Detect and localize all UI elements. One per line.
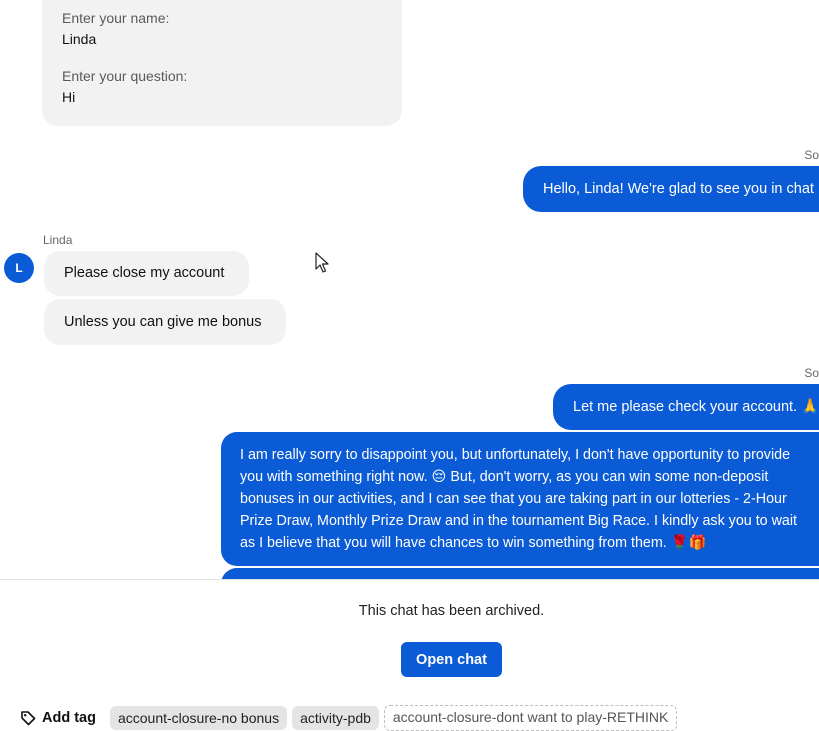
customer-message: Please close my account	[44, 251, 249, 296]
agent-sender-label: So	[804, 366, 819, 380]
chat-transcript[interactable]: Enter your name: Linda Enter your questi…	[0, 0, 819, 579]
agent-message-long: I am really sorry to disappoint you, but…	[221, 432, 819, 566]
divider	[0, 579, 819, 580]
question-value: Hi	[62, 89, 76, 105]
suggested-tag-chip[interactable]: account-closure-dont want to play-RETHIN…	[383, 705, 678, 731]
agent-message-partial	[221, 568, 819, 579]
agent-message-greeting: Hello, Linda! We're glad to see you in c…	[523, 166, 819, 212]
pre-chat-form-card: Enter your name: Linda Enter your questi…	[42, 0, 402, 126]
add-tag-button[interactable]: Add tag	[20, 710, 96, 726]
tag-bar: Add tag account-closure-no bonus activit…	[20, 705, 682, 731]
tag-chip[interactable]: activity-pdb	[292, 706, 379, 730]
mouse-pointer-icon	[315, 252, 329, 273]
tag-icon	[21, 711, 36, 726]
add-tag-label: Add tag	[42, 710, 96, 726]
message-line: I am really sorry to disappoint you, but…	[240, 447, 791, 463]
customer-message: Unless you can give me bonus	[44, 299, 286, 345]
avatar: L	[4, 253, 34, 283]
agent-sender-label: So	[804, 148, 819, 162]
message-line: Prize Draw, Monthly Prize Draw and in th…	[240, 513, 798, 529]
customer-sender-label: Linda	[43, 233, 73, 247]
message-line: you with something right now. 😔 But, don…	[240, 469, 769, 485]
name-label: Enter your name:	[62, 10, 170, 26]
agent-message-check: Let me please check your account. 🙏	[553, 384, 819, 430]
message-line: bonuses in our activities, and I can see…	[240, 491, 787, 507]
archived-notice: This chat has been archived.	[358, 603, 545, 619]
message-line: as I believe that you will have chances …	[240, 535, 707, 551]
name-value: Linda	[62, 31, 97, 47]
tag-chip[interactable]: account-closure-no bonus	[109, 706, 288, 730]
question-label: Enter your question:	[62, 68, 188, 84]
open-chat-button[interactable]: Open chat	[401, 642, 502, 677]
